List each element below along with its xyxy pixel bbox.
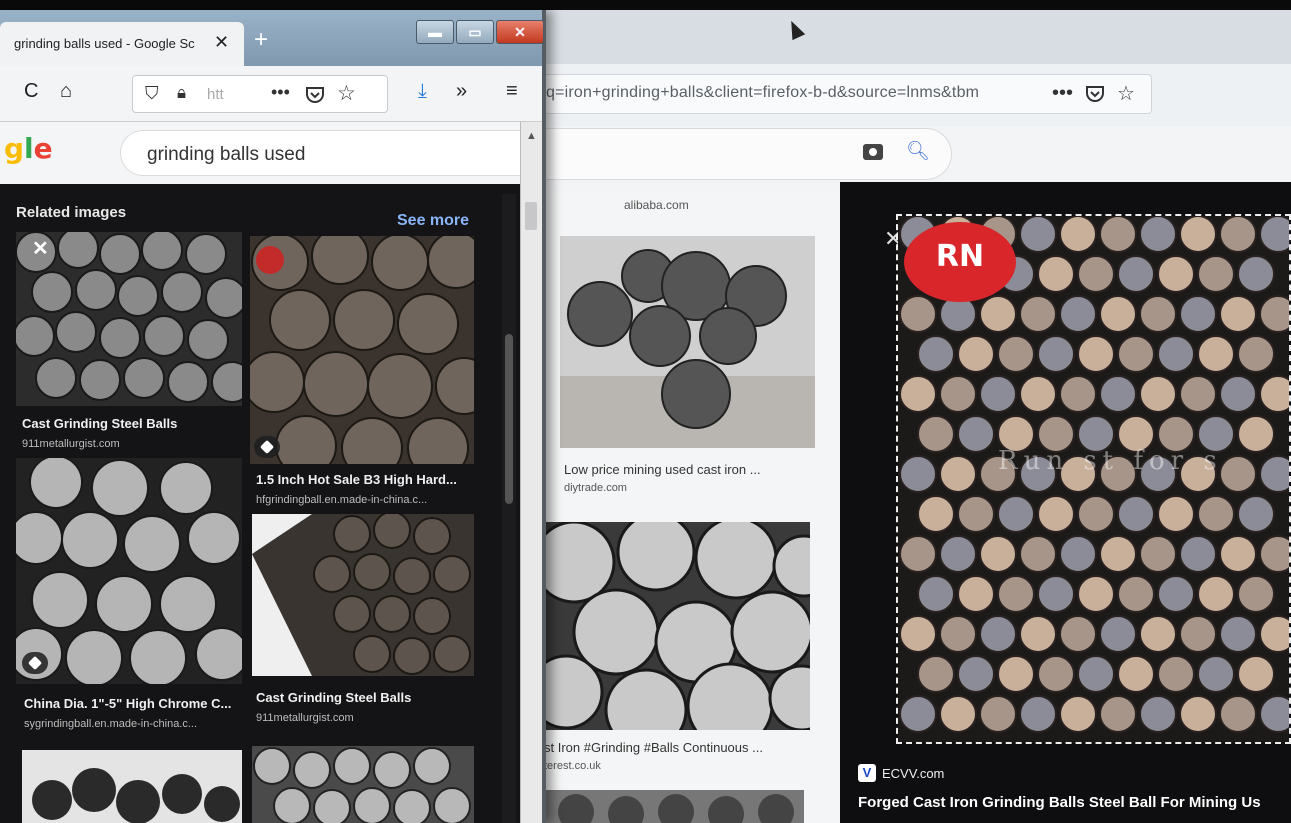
home-icon[interactable]: ⌂ xyxy=(60,80,72,103)
tab-title: grinding balls used - Google Sc xyxy=(14,36,195,51)
related-images-heading: Related images xyxy=(16,204,127,221)
minimize-button[interactable]: ▬ xyxy=(416,20,454,44)
back-tab-bar xyxy=(540,10,1291,64)
page-scrollbar[interactable]: ▲ xyxy=(520,122,542,823)
related-source[interactable]: 911metallurgist.com xyxy=(22,438,242,450)
more-icon[interactable]: ••• xyxy=(271,82,290,103)
related-image[interactable] xyxy=(16,458,242,684)
image-watermark: Run st for s xyxy=(998,446,1223,476)
browser-tab[interactable]: grinding balls used - Google Sc ✕ xyxy=(0,22,244,66)
scroll-up-icon[interactable]: ▲ xyxy=(526,130,537,142)
page-content: gle grinding balls used ▲ Related images… xyxy=(0,122,542,823)
star-icon[interactable]: ☆ xyxy=(1117,81,1135,106)
tag-icon xyxy=(22,652,48,674)
related-image[interactable] xyxy=(252,746,474,823)
result-source[interactable]: alibaba.com xyxy=(624,198,689,212)
download-icon[interactable]: ⤓ xyxy=(418,80,427,103)
window-controls: ▬ ▭ ✕ xyxy=(414,20,544,46)
close-icon[interactable]: ✕ xyxy=(32,236,49,261)
close-icon[interactable]: ✕ xyxy=(214,32,229,53)
preview-source-text: ECVV.com xyxy=(882,765,945,781)
title-bar: grinding balls used - Google Sc ✕ + ▬ ▭ … xyxy=(0,10,544,66)
related-title[interactable]: China Dia. 1"-5" High Chrome C... xyxy=(24,696,242,711)
related-scrollbar[interactable] xyxy=(502,194,516,823)
related-image[interactable] xyxy=(16,232,242,406)
related-title[interactable]: 1.5 Inch Hot Sale B3 High Hard... xyxy=(256,472,476,487)
address-bar[interactable]: ⛉ 🔒︎ htt ••• ☆ xyxy=(132,75,388,113)
camera-icon[interactable] xyxy=(863,144,883,160)
back-address-bar[interactable]: q=iron+grinding+balls&client=firefox-b-d… xyxy=(540,74,1152,114)
tag-icon xyxy=(254,436,280,458)
search-query: grinding balls used xyxy=(147,144,306,165)
result-title[interactable]: st Iron #Grinding #Balls Continuous ... xyxy=(544,740,763,755)
brand-logo: RN xyxy=(904,222,1016,302)
back-search-box[interactable]: 🔍︎ xyxy=(540,128,952,180)
image-preview-panel: ✕ RN Run st for s V ECVV.com Forged Cast… xyxy=(840,182,1291,823)
back-url-actions: ••• ☆ xyxy=(1052,81,1135,106)
related-source[interactable]: sygrindingball.en.made-in-china.c... xyxy=(24,718,242,730)
related-title[interactable]: Cast Grinding Steel Balls xyxy=(256,690,476,705)
lock-icon: 🔒︎ xyxy=(177,83,187,102)
search-input[interactable]: grinding balls used xyxy=(120,130,520,176)
search-icon[interactable]: 🔍︎ xyxy=(906,139,930,163)
preview-source[interactable]: V ECVV.com xyxy=(858,764,944,782)
screen: q=iron+grinding+balls&client=firefox-b-d… xyxy=(0,0,1291,823)
result-source[interactable]: diytrade.com xyxy=(564,482,627,494)
background-browser-window[interactable]: q=iron+grinding+balls&client=firefox-b-d… xyxy=(540,10,1291,823)
related-images-panel: Related images See more ✕ Cast Grinding … xyxy=(0,184,520,823)
related-image[interactable] xyxy=(252,514,474,676)
result-thumbnail[interactable] xyxy=(546,522,810,730)
related-title[interactable]: Cast Grinding Steel Balls xyxy=(22,416,242,431)
maximize-button[interactable]: ▭ xyxy=(456,20,494,44)
back-url-text: q=iron+grinding+balls&client=firefox-b-d… xyxy=(546,84,980,101)
reload-icon[interactable]: C xyxy=(24,80,38,103)
star-icon[interactable]: ☆ xyxy=(337,81,356,106)
navigation-bar: C ⌂ ⛉ 🔒︎ htt ••• ☆ ⤓ » ≡ xyxy=(0,66,542,122)
plus-icon[interactable]: + xyxy=(254,26,268,54)
result-source[interactable]: terest.co.uk xyxy=(544,760,601,772)
pocket-icon[interactable] xyxy=(1085,85,1105,103)
menu-icon[interactable]: ≡ xyxy=(506,80,518,103)
preview-image[interactable]: RN Run st for s xyxy=(896,214,1291,744)
related-image[interactable] xyxy=(250,236,474,464)
see-more-link[interactable]: See more xyxy=(397,212,469,230)
shield-icon[interactable]: ⛉ xyxy=(145,83,159,104)
google-header: gle grinding balls used xyxy=(0,122,520,184)
related-source[interactable]: 911metallurgist.com xyxy=(256,712,476,724)
back-results-column: alibaba.com Low price mining used cast i… xyxy=(540,190,840,823)
more-icon[interactable]: ••• xyxy=(1052,82,1073,105)
scrollbar-thumb[interactable] xyxy=(525,202,537,230)
ecvv-favicon-icon: V xyxy=(858,764,876,782)
scrollbar-thumb[interactable] xyxy=(505,334,513,504)
back-nav-bar: q=iron+grinding+balls&client=firefox-b-d… xyxy=(540,64,1291,126)
close-window-button[interactable]: ✕ xyxy=(496,20,544,44)
url-text: htt xyxy=(207,86,224,103)
related-source[interactable]: hfgrindingball.en.made-in-china.c... xyxy=(256,494,476,506)
preview-title[interactable]: Forged Cast Iron Grinding Balls Steel Ba… xyxy=(858,794,1261,811)
related-image[interactable] xyxy=(22,750,242,823)
monitor-bezel xyxy=(0,0,1291,10)
foreground-browser-window[interactable]: grinding balls used - Google Sc ✕ + ▬ ▭ … xyxy=(0,10,546,823)
google-logo[interactable]: gle xyxy=(4,132,53,165)
pocket-icon[interactable] xyxy=(305,86,325,104)
overflow-icon[interactable]: » xyxy=(456,80,467,103)
result-thumbnail[interactable] xyxy=(546,790,804,823)
result-thumbnail[interactable] xyxy=(560,236,815,448)
result-title[interactable]: Low price mining used cast iron ... xyxy=(564,462,761,477)
